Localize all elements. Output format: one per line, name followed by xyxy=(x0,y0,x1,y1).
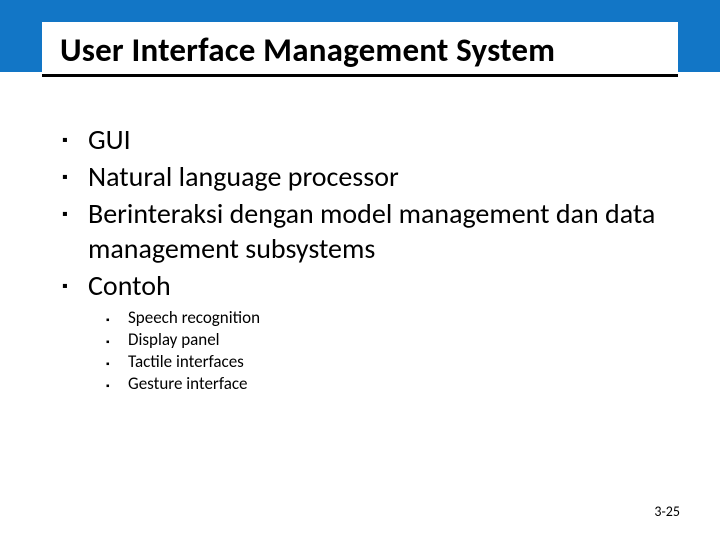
sub-bullet-text: Display panel xyxy=(128,329,220,350)
list-item: Tactile interfaces xyxy=(106,351,678,373)
list-item: GUI xyxy=(62,122,678,157)
bullet-text: Contoh xyxy=(88,268,171,303)
header: User Interface Management System xyxy=(0,0,720,110)
content: GUI Natural language processor Berintera… xyxy=(62,122,678,397)
list-item: Speech recognition xyxy=(106,307,678,329)
list-item: Berinteraksi dengan model management dan… xyxy=(62,196,678,266)
bullet-text: GUI xyxy=(88,122,131,157)
sub-bullet-text: Speech recognition xyxy=(128,307,260,328)
bullet-text: Natural language processor xyxy=(88,159,399,194)
sub-bullet-text: Tactile interfaces xyxy=(128,351,244,372)
slide-number: 3-25 xyxy=(654,503,680,520)
title-block: User Interface Management System xyxy=(42,22,678,77)
bullet-list: GUI Natural language processor Berintera… xyxy=(62,122,678,395)
sub-bullet-text: Gesture interface xyxy=(128,373,248,394)
slide: User Interface Management System GUI Nat… xyxy=(0,0,720,540)
list-item: Gesture interface xyxy=(106,373,678,395)
list-item: Display panel xyxy=(106,329,678,351)
bullet-text: Berinteraksi dengan model management dan… xyxy=(88,196,655,266)
slide-title: User Interface Management System xyxy=(60,30,660,70)
list-item: Natural language processor xyxy=(62,159,678,194)
sub-bullet-list: Speech recognition Display panel Tactile… xyxy=(88,307,678,395)
list-item: Contoh Speech recognition Display panel … xyxy=(62,268,678,395)
